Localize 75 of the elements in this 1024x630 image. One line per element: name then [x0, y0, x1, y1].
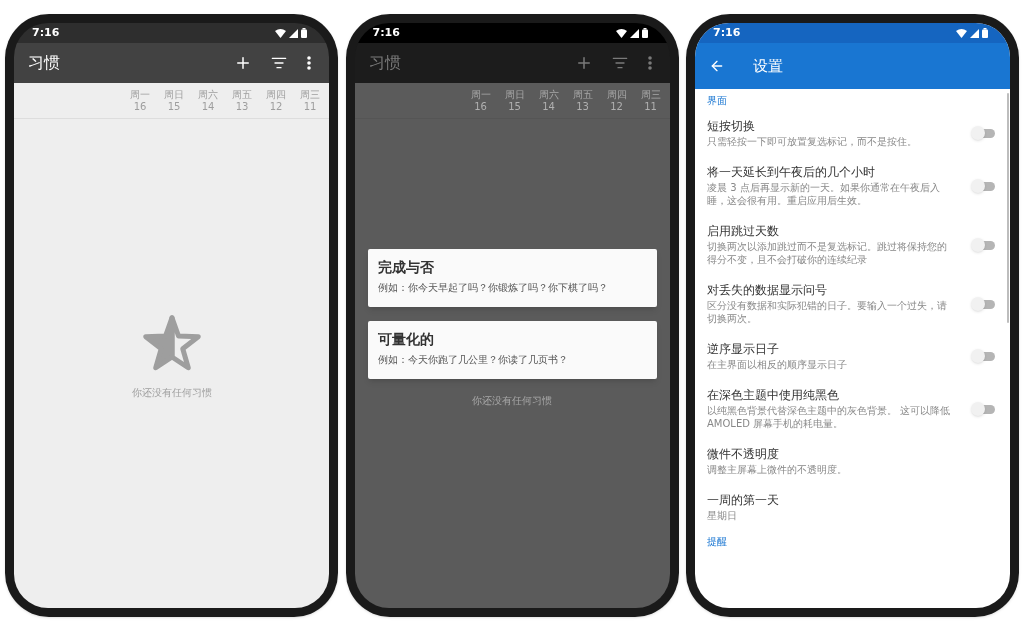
date-label: 14 [542, 101, 555, 112]
status-time: 7:16 [713, 24, 741, 41]
day-label: 周三 [300, 89, 320, 101]
day-label: 周四 [606, 89, 627, 101]
half-star-icon [141, 315, 202, 373]
signal-icon [629, 28, 639, 38]
day-label: 周五 [232, 89, 252, 101]
setting-title[interactable]: 微件不透明度 [707, 446, 995, 463]
setting-description: 切换两次以添加跳过而不是复选标记。跳过将保持您的得分不变，且不会打破你的连续纪录 [707, 240, 948, 266]
screen-title: 习惯 [368, 52, 402, 74]
day-label: 周日 [164, 89, 184, 101]
filter-icon [271, 55, 287, 71]
date-label: 12 [269, 101, 283, 112]
setting-description: 在主界面以相反的顺序显示日子 [707, 358, 848, 371]
date-label: 16 [474, 101, 487, 112]
setting-description: 只需轻按一下即可放置复选标记，而不是按住。 [707, 135, 918, 148]
date-label: 14 [201, 101, 215, 112]
setting-description: 区分没有数据和实际犯错的日子。要输入一个过失，请切换两次。 [707, 299, 948, 325]
setting-title[interactable]: 逆序显示日子 [707, 341, 951, 358]
status-time: 7:16 [372, 24, 400, 41]
date-label: 11 [303, 101, 317, 112]
date-label: 13 [576, 101, 589, 112]
setting-title[interactable]: 将一天延长到午夜后的几个小时 [707, 164, 951, 181]
toggle-switch[interactable] [971, 178, 995, 193]
wifi-icon [615, 28, 627, 38]
habit-type-example: 例如：你今天早起了吗？你锻炼了吗？你下棋了吗？ [377, 281, 609, 294]
more-icon [307, 56, 311, 70]
habit-type-title: 可量化的 [377, 330, 435, 348]
filter-icon [611, 55, 628, 71]
battery-icon [641, 28, 648, 38]
day-label: 周六 [198, 89, 218, 101]
habit-type-card[interactable]: 可量化的 例如：今天你跑了几公里？你读了几页书？ [367, 321, 657, 379]
setting-title[interactable]: 短按切换 [707, 118, 951, 135]
section-header: 界面 [707, 94, 728, 108]
wifi-icon [956, 28, 967, 38]
battery-icon [982, 28, 988, 38]
section-header: 提醒 [707, 535, 728, 549]
setting-description: 星期日 [707, 509, 738, 522]
empty-message: 你还没有任何习惯 [472, 394, 552, 408]
date-label: 16 [133, 101, 147, 112]
setting-title[interactable]: 一周的第一天 [707, 492, 995, 509]
screen-title: 习惯 [28, 52, 61, 74]
screen-title: 设置 [753, 55, 783, 77]
day-label: 周日 [504, 89, 525, 101]
day-label: 周三 [640, 89, 661, 101]
habit-type-title: 完成与否 [377, 258, 435, 276]
day-label: 周四 [266, 89, 286, 101]
signal-icon [970, 28, 979, 38]
battery-icon [301, 28, 307, 38]
plus-icon [234, 54, 252, 72]
toggle-switch[interactable] [971, 126, 995, 140]
setting-description: 调整主屏幕上微件的不透明度。 [707, 463, 848, 476]
setting-description: 凌晨 3 点后再显示新的一天。如果你通常在午夜后入睡，这会很有用。重启应用后生效。 [707, 181, 941, 207]
setting-title[interactable]: 在深色主题中使用纯黑色 [707, 387, 951, 404]
date-label: 12 [610, 101, 623, 112]
toggle-switch[interactable] [971, 401, 995, 416]
signal-icon [289, 28, 298, 38]
more-icon [647, 56, 652, 70]
status-time: 7:16 [32, 24, 60, 41]
setting-title[interactable]: 启用跳过天数 [707, 223, 951, 240]
date-label: 13 [235, 101, 249, 112]
habit-type-example: 例如：今天你跑了几公里？你读了几页书？ [377, 353, 569, 366]
date-label: 11 [644, 101, 657, 112]
day-label: 周五 [572, 89, 593, 101]
habit-type-card[interactable]: 完成与否 例如：你今天早起了吗？你锻炼了吗？你下棋了吗？ [367, 249, 657, 307]
wifi-icon [275, 28, 286, 38]
toggle-switch[interactable] [971, 349, 995, 363]
toggle-switch[interactable] [971, 237, 995, 252]
toggle-switch[interactable] [971, 296, 995, 311]
date-label: 15 [508, 101, 521, 112]
setting-title[interactable]: 对丢失的数据显示问号 [707, 282, 951, 299]
day-label: 周六 [538, 89, 559, 101]
date-label: 15 [167, 101, 181, 112]
setting-description: 以纯黑色背景代替深色主题中的灰色背景。 这可以降低 AMOLED 屏幕手机的耗电量。 [707, 404, 951, 430]
empty-message: 你还没有任何习惯 [131, 386, 212, 400]
